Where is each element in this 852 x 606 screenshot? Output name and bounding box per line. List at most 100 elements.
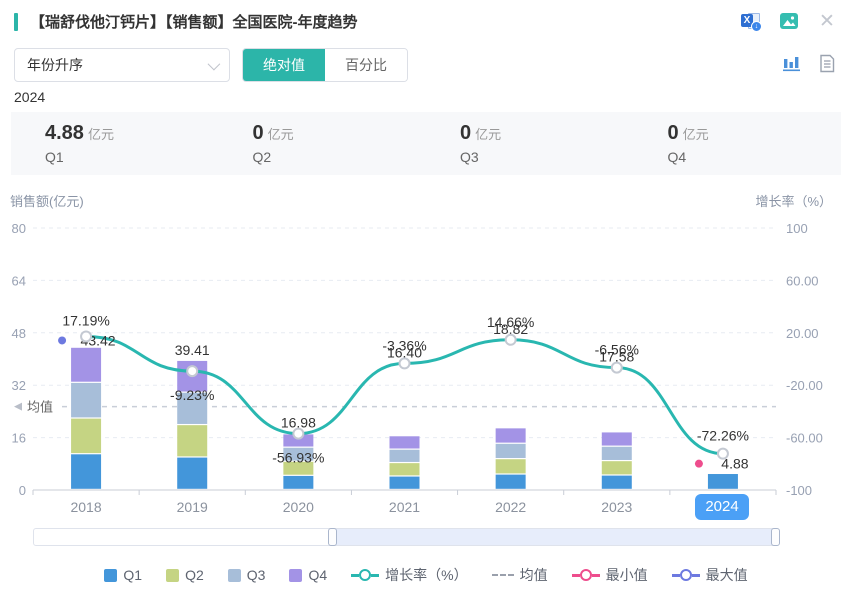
legend-item-q1[interactable]: Q1 xyxy=(104,567,142,583)
growth-point-2020[interactable] xyxy=(293,429,303,439)
growth-point-2023[interactable] xyxy=(612,363,622,373)
growth-rate-label-2023: -6.56% xyxy=(595,342,639,358)
growth-point-2024[interactable] xyxy=(718,449,728,459)
legend-item-q4[interactable]: Q4 xyxy=(289,567,327,583)
growth-point-2019[interactable] xyxy=(187,366,197,376)
image-export-icon[interactable] xyxy=(778,10,800,32)
bar-segment-2019-q2[interactable] xyxy=(177,425,207,456)
bar-segment-2018-q3[interactable] xyxy=(71,383,101,417)
bar-segment-2020-q1[interactable] xyxy=(283,476,313,489)
download-badge-icon: ↓ xyxy=(751,21,762,32)
right-axis-tick-label: -20.00 xyxy=(786,378,823,393)
table-view-icon[interactable] xyxy=(816,52,838,74)
chevron-down-icon xyxy=(208,58,221,71)
datazoom-right-handle[interactable] xyxy=(771,528,780,546)
legend: Q1 Q2 Q3 Q4 增长率（%） 均值 最小值 最大值 xyxy=(0,565,852,585)
bar-segment-2021-q3[interactable] xyxy=(390,450,420,462)
stat-value: 0 xyxy=(668,122,679,144)
datazoom-left-handle[interactable] xyxy=(328,528,337,546)
legend-item-均值[interactable]: 均值 xyxy=(492,565,548,585)
legend-ring-icon xyxy=(572,569,600,581)
mean-line-label: 均值 xyxy=(27,400,53,415)
left-axis-tick-label: 0 xyxy=(19,483,26,498)
quarter-stats-bar: 4.88亿元 Q1 0 亿元 Q2 0亿元 Q3 0 亿元 Q4 xyxy=(11,112,841,175)
value-mode-toggle: 绝对值 百分比 xyxy=(242,48,408,82)
bar-segment-2023-q1[interactable] xyxy=(602,476,632,489)
title-accent-bar xyxy=(14,13,18,31)
bar-segment-2023-q2[interactable] xyxy=(602,461,632,474)
stat-q1: 4.88亿元 Q1 xyxy=(11,112,219,175)
bar-segment-2021-q4[interactable] xyxy=(390,436,420,448)
page-title: 【瑞舒伐他汀钙片】【销售额】全国医院-年度趋势 xyxy=(30,11,358,32)
stat-value: 4.88 xyxy=(45,122,84,144)
legend-label: Q4 xyxy=(308,567,327,583)
x-axis-year-label-2018[interactable]: 2018 xyxy=(70,499,101,515)
bar-segment-2023-q4[interactable] xyxy=(602,432,632,445)
legend-swatch-icon xyxy=(289,569,302,582)
datazoom-scrollbar[interactable] xyxy=(33,528,777,546)
legend-item-增长率[interactable]: 增长率（%） xyxy=(351,565,467,585)
legend-label: Q2 xyxy=(185,567,204,583)
growth-point-2021[interactable] xyxy=(400,358,410,368)
bar-segment-2023-q3[interactable] xyxy=(602,447,632,460)
legend-item-最小值[interactable]: 最小值 xyxy=(572,565,648,585)
stat-q3: 0亿元 Q3 xyxy=(426,112,634,175)
stat-label: Q3 xyxy=(460,149,634,165)
bar-segment-2022-q2[interactable] xyxy=(496,459,526,473)
bar-chart-view-icon[interactable] xyxy=(780,52,802,74)
legend-swatch-icon xyxy=(166,569,179,582)
right-axis-tick-label: 100 xyxy=(786,221,808,236)
right-axis-tick-label: -60.00 xyxy=(786,431,823,446)
growth-rate-label-2019: -9.23% xyxy=(170,387,214,403)
bar-segment-2021-q2[interactable] xyxy=(390,463,420,475)
bar-segment-2019-q1[interactable] xyxy=(177,458,207,489)
growth-rate-label-2018: 17.19% xyxy=(62,312,109,328)
legend-swatch-icon xyxy=(104,569,117,582)
stat-q4: 0 亿元 Q4 xyxy=(634,112,842,175)
legend-line-icon xyxy=(351,569,379,581)
legend-label: Q1 xyxy=(123,567,142,583)
x-axis-year-label-2022[interactable]: 2022 xyxy=(495,499,526,515)
legend-label: 最大值 xyxy=(706,565,748,585)
bar-segment-2022-q1[interactable] xyxy=(496,475,526,489)
header: 【瑞舒伐他汀钙片】【销售额】全国医院-年度趋势 X ↓ ✕ xyxy=(0,10,852,36)
right-axis-tick-label: 20.00 xyxy=(786,326,819,341)
stat-unit: 亿元 xyxy=(268,127,294,142)
left-axis-tick-label: 16 xyxy=(12,431,26,446)
x-axis-year-label-2021[interactable]: 2021 xyxy=(389,499,420,515)
close-icon[interactable]: ✕ xyxy=(816,10,838,32)
sort-order-dropdown[interactable]: 年份升序 xyxy=(14,48,230,82)
x-axis-year-label-2019[interactable]: 2019 xyxy=(177,499,208,515)
bar-segment-2018-q1[interactable] xyxy=(71,454,101,488)
datazoom-selected-range[interactable] xyxy=(331,529,778,545)
stat-label: Q4 xyxy=(668,149,842,165)
left-axis-tick-label: 80 xyxy=(12,221,26,236)
growth-point-2022[interactable] xyxy=(506,335,516,345)
growth-rate-label-2020: -56.93% xyxy=(272,450,324,466)
percentage-button[interactable]: 百分比 xyxy=(325,49,407,81)
bar-segment-2018-q4[interactable] xyxy=(71,348,101,382)
right-axis-tick-label: 60.00 xyxy=(786,273,819,288)
legend-label: Q3 xyxy=(247,567,266,583)
excel-export-icon[interactable]: X ↓ xyxy=(740,10,762,32)
bar-segment-2018-q2[interactable] xyxy=(71,419,101,453)
x-axis-year-label-2023[interactable]: 2023 xyxy=(601,499,632,515)
legend-item-最大值[interactable]: 最大值 xyxy=(672,565,748,585)
stat-label: Q1 xyxy=(45,149,219,165)
growth-point-2018[interactable] xyxy=(81,331,91,341)
selected-year-button[interactable]: 2024 xyxy=(695,494,749,520)
legend-item-q3[interactable]: Q3 xyxy=(228,567,266,583)
bar-segment-2021-q1[interactable] xyxy=(390,477,420,489)
left-axis-tick-label: 32 xyxy=(12,378,26,393)
x-axis-year-label-2020[interactable]: 2020 xyxy=(283,499,314,515)
stat-value: 0 xyxy=(253,122,264,144)
growth-rate-label-2024: -72.26% xyxy=(697,428,749,444)
stat-label: Q2 xyxy=(253,149,427,165)
stat-q2: 0 亿元 Q2 xyxy=(219,112,427,175)
legend-item-q2[interactable]: Q2 xyxy=(166,567,204,583)
bar-segment-2022-q4[interactable] xyxy=(496,428,526,442)
stat-unit: 亿元 xyxy=(683,127,709,142)
absolute-value-button[interactable]: 绝对值 xyxy=(243,49,325,81)
bar-segment-2022-q3[interactable] xyxy=(496,444,526,458)
bar-segment-2024-q1[interactable] xyxy=(708,474,738,489)
